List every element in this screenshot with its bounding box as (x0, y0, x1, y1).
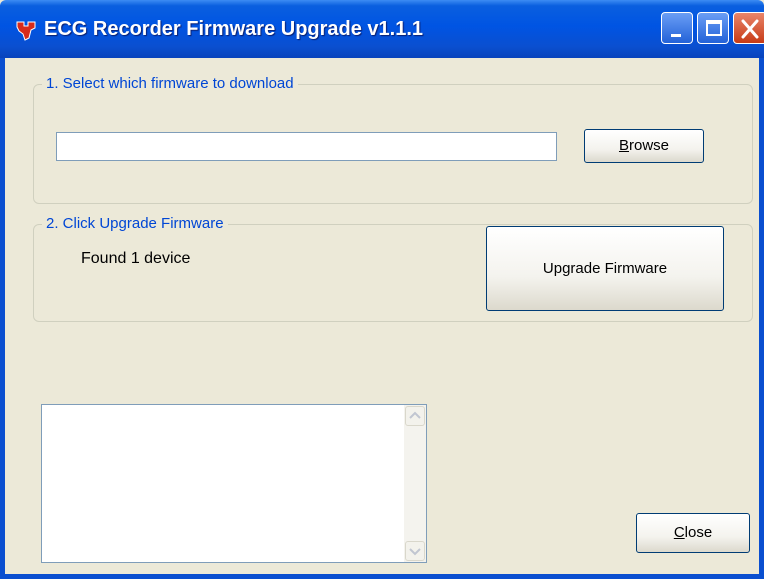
browse-label: rowse (629, 137, 670, 154)
app-window: ECG Recorder Firmware Upgrade v1.1.1 1. … (0, 0, 764, 579)
browse-mnemonic: B (618, 137, 629, 154)
upgrade-firmware-button[interactable]: Upgrade Firmware (486, 226, 724, 311)
close-icon (741, 19, 759, 39)
window-frame-bottom (0, 574, 764, 579)
device-status: Found 1 device (81, 250, 191, 267)
firmware-path-input[interactable] (56, 132, 557, 161)
vertical-scrollbar[interactable] (404, 405, 426, 562)
chevron-up-icon (409, 411, 421, 419)
window-title: ECG Recorder Firmware Upgrade v1.1.1 (44, 18, 424, 40)
minimize-button[interactable] (661, 12, 693, 44)
close-window-button[interactable] (733, 12, 764, 44)
chevron-down-icon (409, 548, 421, 556)
maximize-button[interactable] (697, 12, 729, 44)
window-frame-right (759, 58, 764, 579)
maximize-icon (706, 20, 722, 36)
title-bar[interactable]: ECG Recorder Firmware Upgrade v1.1.1 (0, 0, 764, 58)
step2-label: 2. Click Upgrade Firmware (42, 215, 228, 232)
close-mnemonic: C (673, 524, 685, 541)
close-button[interactable]: Close (636, 513, 750, 553)
log-textbox[interactable] (41, 404, 427, 563)
client-area: 1. Select which firmware to download Bro… (5, 58, 759, 574)
scroll-down-button[interactable] (405, 541, 425, 561)
scroll-up-button[interactable] (405, 406, 425, 426)
browse-button[interactable]: Browse (584, 129, 704, 163)
ti-logo-icon (16, 21, 36, 41)
close-label: lose (684, 524, 713, 541)
step1-label: 1. Select which firmware to download (42, 75, 298, 92)
minimize-icon (671, 34, 681, 37)
